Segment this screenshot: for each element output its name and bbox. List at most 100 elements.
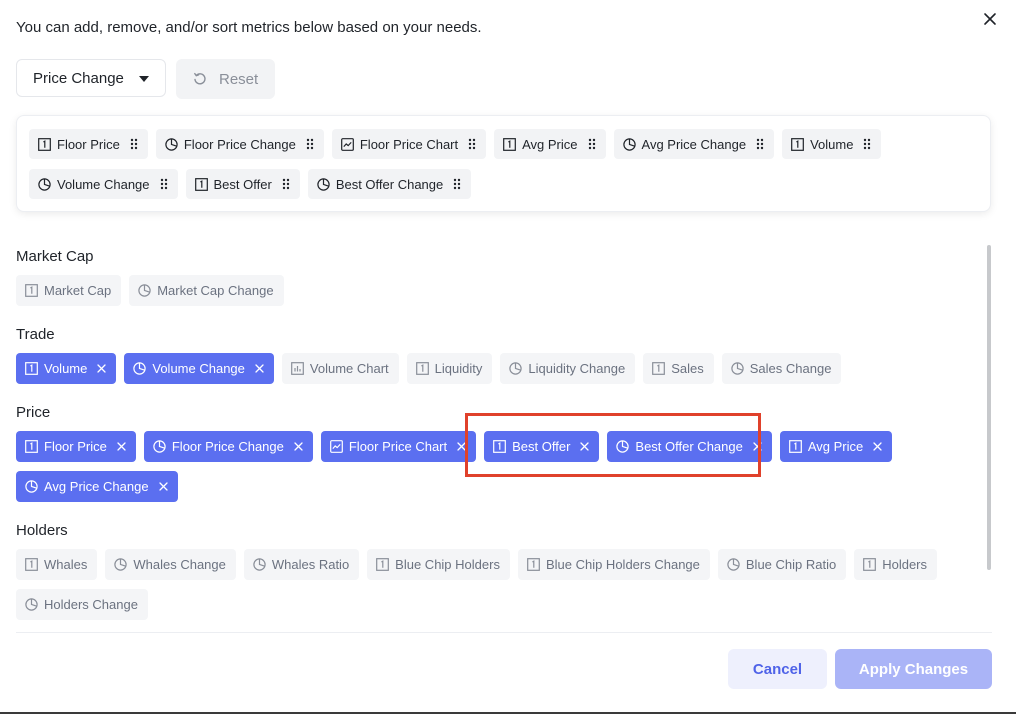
metric-chip[interactable]: Sales Change (721, 353, 842, 384)
metric-chip[interactable]: Liquidity Change (500, 353, 636, 384)
number-icon (25, 284, 38, 297)
selected-metric-chip[interactable]: Floor Price (29, 129, 148, 159)
metric-chip-label: Floor Price (44, 439, 107, 454)
metric-chip[interactable]: Avg Price (779, 431, 893, 462)
number-icon (194, 177, 208, 191)
selected-metric-label: Floor Price (57, 136, 120, 152)
metric-chip-row: Holders Change (16, 589, 148, 620)
number-icon (503, 137, 517, 151)
remove-icon[interactable] (294, 442, 303, 451)
selected-metric-chip[interactable]: Floor Price Chart (331, 129, 487, 159)
metric-chip[interactable]: Whales Ratio (243, 549, 360, 580)
reset-icon (194, 72, 206, 85)
cancel-button[interactable]: Cancel (728, 649, 827, 689)
section-title: Trade (16, 326, 55, 343)
selected-metric-chip[interactable]: Avg Price Change (613, 129, 775, 159)
selected-metrics-row: Floor Price Floor Price Change Floor Price… (29, 129, 882, 159)
chart-icon (340, 137, 354, 151)
drag-handle-icon[interactable] (306, 138, 314, 150)
metric-chip[interactable]: Floor Price (16, 431, 136, 462)
number-icon (25, 440, 38, 453)
remove-icon[interactable] (255, 364, 264, 373)
remove-icon[interactable] (117, 442, 126, 451)
metric-chip[interactable]: Avg Price Change (16, 471, 178, 502)
pie-icon (253, 558, 266, 571)
selected-metric-chip[interactable]: Avg Price (494, 129, 606, 159)
remove-icon[interactable] (873, 442, 882, 451)
metric-chip[interactable]: Whales Change (105, 549, 236, 580)
pie-icon (25, 480, 38, 493)
metric-chip[interactable]: Market Cap (16, 275, 122, 306)
selected-metric-label: Volume Change (57, 176, 150, 192)
preset-select[interactable]: Price Change (16, 59, 166, 97)
number-icon (415, 362, 429, 375)
number-icon (527, 558, 540, 571)
selected-metric-label: Best Offer Change (335, 176, 444, 192)
selected-metric-chip[interactable]: Floor Price Change (155, 129, 324, 159)
selected-metric-chip[interactable]: Volume (782, 129, 882, 159)
number-icon (25, 558, 38, 571)
metric-chip-label: Liquidity (434, 361, 483, 376)
number-icon (791, 137, 804, 151)
drag-handle-icon[interactable] (863, 138, 871, 150)
caret-down-icon (139, 76, 149, 82)
pie-icon (38, 177, 51, 191)
metric-chip[interactable]: Blue Chip Holders (367, 549, 510, 580)
selected-metrics-panel: Floor Price Floor Price Change Floor Price… (16, 115, 991, 212)
drag-handle-icon[interactable] (130, 138, 138, 150)
pie-icon (731, 362, 744, 375)
selected-metric-label: Volume (810, 136, 854, 152)
metric-chip-label: Volume Change (152, 361, 245, 376)
drag-handle-icon[interactable] (588, 138, 596, 150)
selected-metric-label: Floor Price Chart (359, 136, 459, 152)
remove-icon[interactable] (97, 364, 107, 373)
pie-icon (25, 598, 38, 611)
metric-chip[interactable]: Whales (16, 549, 98, 580)
bar-chart-icon (290, 362, 304, 375)
metric-chip-label: Holders Change (44, 597, 138, 612)
metric-chip[interactable]: Market Cap Change (129, 275, 284, 306)
metric-chip[interactable]: Liquidity (406, 353, 493, 384)
metric-chip-label: Blue Chip Holders Change (545, 557, 700, 572)
selected-metric-chip[interactable]: Best Offer (185, 169, 300, 199)
metric-chip-label: Floor Price Change (171, 439, 284, 454)
selected-metric-label: Avg Price Change (641, 136, 747, 152)
metric-chip-label: Floor Price Chart (348, 439, 448, 454)
apply-changes-button[interactable]: Apply Changes (835, 649, 992, 689)
metric-chip[interactable]: Blue Chip Holders Change (517, 549, 710, 580)
metric-chip[interactable]: Floor Price Change (143, 431, 313, 462)
scrollbar[interactable] (987, 245, 991, 570)
pie-icon (138, 284, 151, 297)
number-icon (863, 558, 877, 571)
chart-icon (329, 440, 343, 453)
metric-chip-row: Avg Price Change (16, 471, 178, 502)
number-icon (38, 137, 51, 151)
metric-chip[interactable]: Sales (643, 353, 714, 384)
metric-chip[interactable]: Volume (16, 353, 117, 384)
selected-metric-chip[interactable]: Volume Change (29, 169, 178, 199)
edit-metrics-dialog: You can add, remove, and/or sort metrics… (0, 0, 1016, 714)
drag-handle-icon[interactable] (468, 138, 476, 150)
section-title: Market Cap (16, 248, 94, 265)
pie-icon (153, 440, 166, 453)
remove-icon[interactable] (158, 482, 168, 491)
metric-chip-label: Whales (44, 557, 88, 572)
pie-icon (727, 558, 740, 571)
metric-chip[interactable]: Floor Price Chart (320, 431, 477, 462)
drag-handle-icon[interactable] (756, 138, 764, 150)
drag-handle-icon[interactable] (453, 178, 461, 190)
metric-chip-label: Holders (882, 557, 928, 572)
metric-chip[interactable]: Holders (854, 549, 938, 580)
selected-metric-chip[interactable]: Best Offer Change (307, 169, 472, 199)
drag-handle-icon[interactable] (160, 178, 168, 190)
metric-chip[interactable]: Volume Change (124, 353, 274, 384)
drag-handle-icon[interactable] (282, 178, 290, 190)
metric-chip-label: Whales Change (133, 557, 226, 572)
metric-chip-label: Volume Chart (309, 361, 389, 376)
close-icon[interactable] (981, 10, 999, 28)
section-title: Holders (16, 522, 68, 539)
reset-button[interactable]: Reset (176, 59, 275, 99)
metric-chip[interactable]: Volume Chart (281, 353, 399, 384)
metric-chip[interactable]: Blue Chip Ratio (717, 549, 847, 580)
metric-chip[interactable]: Holders Change (16, 589, 148, 620)
